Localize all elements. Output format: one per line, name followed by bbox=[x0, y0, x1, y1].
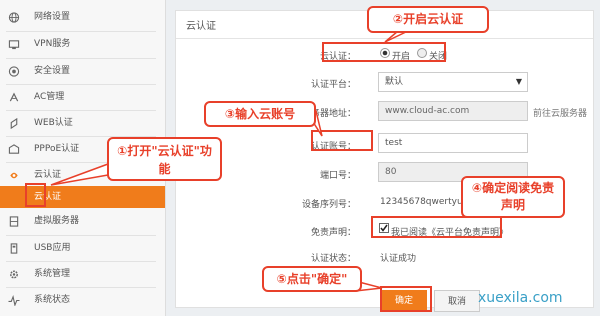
platform-select[interactable]: 默认 ▼ bbox=[378, 72, 528, 92]
sidebar-item-label: 安全设置 bbox=[34, 66, 71, 76]
highlight-cloud-auth-toggle bbox=[322, 42, 446, 62]
server-icon bbox=[9, 216, 19, 227]
sidebar-item-ac[interactable]: AC管理 bbox=[0, 85, 165, 110]
sidebar-item-system-status[interactable]: 系统状态 bbox=[0, 288, 165, 313]
account-value: test bbox=[385, 138, 403, 148]
disclaimer-label: 免责声明： bbox=[310, 228, 356, 238]
usb-icon bbox=[10, 243, 18, 254]
sidebar-item-virtual-server[interactable]: 虚拟服务器 bbox=[0, 209, 165, 234]
cloud-icon bbox=[10, 172, 18, 179]
callout-enter-account: ③输入云账号 bbox=[204, 101, 316, 127]
auth-status-label: 认证状态： bbox=[310, 254, 356, 264]
callout-enable-cloud-auth: ②开启云认证 bbox=[367, 6, 489, 33]
divider bbox=[176, 38, 593, 39]
serial-label: 设备序列号： bbox=[301, 200, 356, 210]
vpn-icon bbox=[8, 40, 20, 50]
sidebar-item-network[interactable]: 网络设置 bbox=[0, 5, 165, 30]
auth-status-value: 认证成功 bbox=[380, 254, 417, 264]
highlight-account bbox=[311, 130, 373, 151]
sidebar-item-label: PPPoE认证 bbox=[34, 144, 80, 154]
highlight-disclaimer bbox=[371, 216, 502, 238]
server-address-value: www.cloud-ac.com bbox=[385, 106, 470, 116]
sidebar-item-web-auth[interactable]: WEB认证 bbox=[0, 111, 165, 136]
callout-click-confirm: ⑤点击"确定" bbox=[262, 266, 362, 292]
account-input[interactable]: test bbox=[378, 133, 528, 153]
server-address-input[interactable]: www.cloud-ac.com bbox=[378, 101, 528, 121]
sidebar-item-vpn[interactable]: VPN服务 bbox=[0, 32, 165, 57]
globe-icon bbox=[8, 12, 20, 23]
cancel-button[interactable]: 取消 bbox=[434, 290, 480, 312]
platform-label: 认证平台： bbox=[310, 80, 356, 90]
callout-read-disclaimer: ④确定阅读免责声明 bbox=[461, 176, 565, 218]
sidebar-item-label: USB应用 bbox=[34, 243, 71, 253]
watermark: xuexila.com bbox=[478, 290, 563, 306]
sidebar-item-label: 系统管理 bbox=[34, 269, 71, 279]
sidebar-item-security[interactable]: 安全设置 bbox=[0, 59, 165, 84]
highlight-sidebar-cloud-auth bbox=[25, 183, 46, 207]
pppoe-icon bbox=[8, 144, 20, 154]
page-title: 云认证 bbox=[186, 21, 216, 32]
callout-open-cloud-auth: ①打开"云认证"功能 bbox=[107, 137, 222, 181]
ac-icon bbox=[9, 92, 19, 102]
go-cloud-server-link[interactable]: 前往云服务器 bbox=[533, 106, 587, 119]
sidebar-item-label: 虚拟服务器 bbox=[34, 216, 80, 226]
gear-icon bbox=[10, 270, 18, 279]
shield-icon bbox=[8, 66, 20, 77]
chevron-down-icon: ▼ bbox=[515, 77, 522, 86]
pulse-icon bbox=[8, 295, 20, 306]
sidebar-item-system-mgmt[interactable]: 系统管理 bbox=[0, 262, 165, 287]
sidebar-item-label: 系统状态 bbox=[34, 295, 71, 305]
sidebar-item-label: 网络设置 bbox=[34, 12, 71, 22]
port-label: 端口号： bbox=[319, 171, 356, 181]
sidebar-item-label: AC管理 bbox=[34, 92, 65, 102]
web-auth-icon bbox=[10, 118, 18, 129]
sidebar-item-label: VPN服务 bbox=[34, 39, 71, 49]
sidebar-item-label: WEB认证 bbox=[34, 118, 73, 128]
platform-value: 默认 bbox=[385, 77, 404, 87]
sidebar-item-usb[interactable]: USB应用 bbox=[0, 236, 165, 261]
highlight-confirm bbox=[380, 286, 432, 312]
port-value: 80 bbox=[385, 167, 397, 177]
